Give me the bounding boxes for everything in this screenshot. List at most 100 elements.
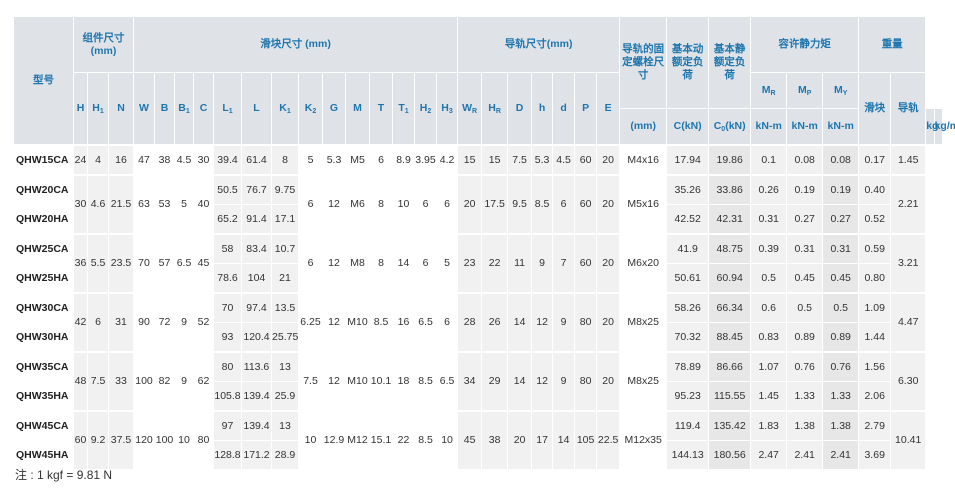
cell-c: 17.94	[666, 144, 710, 175]
cell-h1: 5.5	[87, 233, 109, 293]
cell-rail_kgm: 3.21	[890, 233, 927, 293]
cell-block_kg: 0.80	[858, 263, 892, 293]
cell-model: QHW25HA	[13, 263, 74, 293]
cell-c: 95.23	[666, 381, 710, 411]
col-T: T	[369, 72, 394, 145]
cell-mr: 0.83	[750, 322, 788, 352]
cell-k1: 13.5	[271, 292, 300, 322]
cell-model: QHW15CA	[13, 144, 74, 175]
cell-mp: 0.31	[786, 233, 824, 263]
cell-mr: 1.83	[750, 410, 788, 440]
cell-my: 1.33	[822, 381, 860, 411]
cell-mp: 0.5	[786, 292, 824, 322]
cell-bolt: M5x16	[619, 174, 668, 234]
cell-my: 0.19	[822, 174, 860, 204]
cell-g: 12	[322, 233, 347, 293]
col-K2: K2	[298, 72, 324, 145]
cell-cdim: 52	[193, 292, 215, 352]
col-MP: MP	[786, 72, 824, 109]
cell-hr: 38	[481, 410, 509, 469]
cell-k1: 8	[271, 144, 300, 175]
header-assembly-dimensions: 组件尺寸 (mm)	[72, 16, 135, 73]
cell-c: 42.52	[666, 204, 710, 234]
cell-g: 12	[322, 351, 347, 411]
cell-c: 70.32	[666, 322, 710, 352]
cell-cdim: 40	[193, 174, 215, 234]
col-B1: B1	[174, 72, 195, 145]
cell-h2: 6.5	[414, 292, 438, 352]
col-T1: T1	[392, 72, 416, 145]
col-static-unit: C0(kN)	[708, 108, 752, 145]
col-bolt-unit: (mm)	[619, 108, 668, 145]
cell-t: 8.5	[369, 292, 394, 352]
cell-n: 31	[107, 292, 135, 352]
cell-hr: 15	[481, 144, 509, 175]
cell-e: 20	[596, 144, 621, 175]
col-D: D	[507, 72, 533, 145]
col-H1: H1	[87, 72, 109, 145]
cell-rail_kgm: 10.41	[890, 410, 927, 469]
cell-c: 50.61	[666, 263, 710, 293]
col-N: N	[107, 72, 135, 145]
cell-h: 60	[73, 410, 88, 469]
cell-l: 139.4	[241, 381, 273, 411]
cell-h3: 4.2	[436, 144, 459, 175]
cell-b1: 9	[174, 292, 195, 352]
cell-w: 90	[133, 292, 156, 352]
col-H3: H3	[436, 72, 459, 145]
cell-t: 10.1	[369, 351, 394, 411]
cell-h: 12	[531, 292, 554, 352]
cell-bolt: M12x35	[619, 410, 668, 469]
header-model: 型号	[13, 16, 74, 145]
cell-p: 105	[574, 410, 598, 469]
cell-wr: 28	[457, 292, 483, 352]
cell-d: 11	[507, 233, 533, 293]
col-MY: MY	[822, 72, 860, 109]
cell-my: 0.08	[822, 144, 860, 175]
col-MR-unit: kN-m	[750, 108, 788, 145]
cell-h3: 6	[436, 174, 459, 234]
cell-k1: 10.7	[271, 233, 300, 263]
cell-mp: 1.38	[786, 410, 824, 440]
header-block-dimensions: 滑块尺寸 (mm)	[133, 16, 459, 73]
cell-k1: 25.75	[271, 322, 300, 352]
cell-l: 113.6	[241, 351, 273, 381]
cell-wr: 15	[457, 144, 483, 175]
cell-b: 100	[154, 410, 176, 469]
cell-k2: 10	[298, 410, 324, 469]
col-W: W	[133, 72, 156, 145]
cell-b: 57	[154, 233, 176, 293]
cell-model: QHW20CA	[13, 174, 74, 204]
cell-m: M5	[345, 144, 371, 175]
cell-mr: 0.1	[750, 144, 788, 175]
cell-d: 14	[507, 292, 533, 352]
col-E: E	[596, 72, 621, 145]
col-H2: H2	[414, 72, 438, 145]
cell-m: M10	[345, 351, 371, 411]
cell-l1: 65.2	[213, 204, 243, 234]
cell-c: 119.4	[666, 410, 710, 440]
cell-t1: 18	[392, 351, 416, 411]
cell-mr: 0.6	[750, 292, 788, 322]
cell-e: 22.5	[596, 410, 621, 469]
cell-h: 36	[73, 233, 88, 293]
cell-e: 20	[596, 292, 621, 352]
cell-model: QHW35HA	[13, 381, 74, 411]
cell-l: 83.4	[241, 233, 273, 263]
cell-h2: 6	[414, 174, 438, 234]
cell-mr: 1.45	[750, 381, 788, 411]
cell-l: 76.7	[241, 174, 273, 204]
unit-note: 注 : 1 kgf = 9.81 N	[15, 468, 113, 482]
cell-p: 80	[574, 351, 598, 411]
cell-k1: 25.9	[271, 381, 300, 411]
cell-p: 80	[574, 292, 598, 352]
cell-b: 38	[154, 144, 176, 175]
cell-rail_kgm: 2.21	[890, 174, 927, 234]
cell-mp: 0.27	[786, 204, 824, 234]
table-row: QHW35CA 48 7.5 33 100 82 9 62 80 113.6 13 7.5 12 M10 1…	[13, 351, 943, 411]
cell-my: 2.41	[822, 440, 860, 469]
cell-hr: 29	[481, 351, 509, 411]
cell-t1: 10	[392, 174, 416, 234]
table-body: QHW15CA 24 4 16 47 38 4.5 30 39.4 61.4 8 5 5.3 M5 6 8.9…	[13, 144, 943, 469]
cell-g: 12	[322, 174, 347, 234]
